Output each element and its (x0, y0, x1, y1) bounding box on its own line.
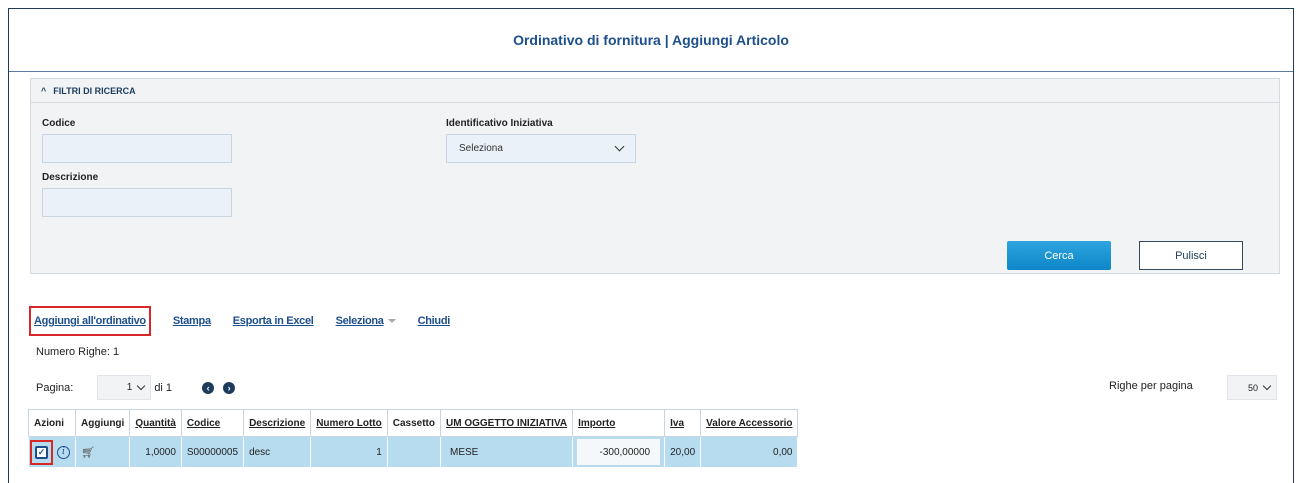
cell-quantita: 1,0000 (129, 436, 182, 468)
search-button[interactable]: Cerca (1007, 241, 1111, 270)
chevron-down-icon (137, 381, 146, 391)
col-quantita[interactable]: Quantità (129, 409, 182, 437)
caret-down-icon (387, 319, 396, 324)
page-select[interactable]: 1 (97, 375, 152, 400)
descrizione-input[interactable] (42, 188, 232, 217)
codice-label: Codice (42, 118, 76, 129)
col-um[interactable]: UM OGGETTO INIZIATIVA (439, 409, 574, 437)
col-iva[interactable]: Iva (664, 409, 702, 437)
row-select-highlight: ✓ (30, 439, 53, 465)
pagination: Pagina: 1 di 1 ‹ › (36, 375, 236, 400)
cell-descrizione: desc (243, 436, 312, 468)
col-valore-accessorio[interactable]: Valore Accessorio (700, 409, 799, 437)
page-title: Ordinativo di fornitura | Aggiungi Artic… (513, 32, 789, 48)
per-page-label: Righe per pagina (1109, 380, 1193, 392)
page-total: di 1 (154, 381, 173, 394)
select-dropdown-label: Seleziona (335, 315, 384, 327)
prev-page-icon[interactable]: ‹ (202, 381, 215, 394)
select-dropdown[interactable]: Seleziona (336, 315, 396, 327)
page-select-value: 1 (126, 382, 133, 393)
info-icon[interactable]: i (57, 445, 70, 459)
page-label: Pagina: (36, 381, 74, 394)
codice-input[interactable] (42, 134, 232, 163)
iniziativa-select[interactable]: Seleziona (446, 134, 636, 163)
chevron-down-icon (1262, 381, 1272, 391)
cell-valore-accessorio: 0,00 (700, 436, 799, 468)
per-page-select[interactable]: 50 (1227, 375, 1277, 400)
importo-input[interactable]: -300,00000 (577, 439, 661, 465)
col-azioni: Azioni (28, 409, 76, 437)
title-bar: Ordinativo di fornitura | Aggiungi Artic… (9, 9, 1293, 72)
iniziativa-select-value: Seleziona (459, 143, 503, 154)
add-to-order-link[interactable]: Aggiungi all'ordinativo (29, 306, 151, 336)
print-link[interactable]: Stampa (173, 315, 211, 327)
close-link[interactable]: Chiudi (418, 315, 451, 327)
cell-iva: 20,00 (664, 436, 702, 468)
cell-importo: -300,00000 (572, 436, 666, 468)
main-window: Ordinativo di fornitura | Aggiungi Artic… (8, 8, 1294, 483)
cell-numero-lotto: 1 (310, 436, 388, 468)
per-page-value: 50 (1247, 382, 1258, 393)
col-descrizione[interactable]: Descrizione (243, 409, 312, 437)
cell-cassetto (386, 436, 442, 468)
descrizione-label: Descrizione (42, 172, 99, 183)
col-numero-lotto[interactable]: Numero Lotto (310, 409, 388, 437)
export-excel-link[interactable]: Esporta in Excel (233, 315, 314, 327)
clear-button[interactable]: Pulisci (1139, 241, 1243, 270)
action-bar: Aggiungi all'ordinativo Stampa Esporta i… (29, 305, 472, 337)
filter-toggle[interactable]: ^ FILTRI DI RICERCA (31, 79, 1279, 103)
table-header-row: Azioni Aggiungi Quantità Codice Descrizi… (28, 409, 799, 437)
iniziativa-label: Identificativo Iniziativa (446, 118, 553, 129)
filter-panel: ^ FILTRI DI RICERCA Codice Descrizione I… (30, 78, 1280, 274)
results-table: Azioni Aggiungi Quantità Codice Descrizi… (28, 409, 799, 468)
rows-count: Numero Righe: 1 (36, 346, 120, 358)
table-row: ✓ i 🛒︎ 1,0000 S00000005 desc 1 MESE -300… (28, 436, 799, 468)
chevron-down-icon (614, 141, 625, 152)
cart-icon[interactable]: 🛒︎ (81, 447, 95, 459)
col-cassetto: Cassetto (386, 409, 442, 437)
col-codice[interactable]: Codice (180, 409, 245, 437)
cell-aggiungi: 🛒︎ (74, 436, 131, 468)
col-importo[interactable]: Importo (572, 409, 666, 437)
cell-codice: S00000005 (180, 436, 245, 468)
chevron-up-icon: ^ (41, 85, 47, 96)
cell-um: MESE (439, 436, 574, 468)
col-aggiungi: Aggiungi (74, 409, 131, 437)
next-page-icon[interactable]: › (223, 381, 236, 394)
filter-section-title: FILTRI DI RICERCA (53, 85, 136, 96)
cell-azioni: ✓ i (28, 436, 76, 468)
row-checkbox[interactable]: ✓ (35, 445, 48, 459)
